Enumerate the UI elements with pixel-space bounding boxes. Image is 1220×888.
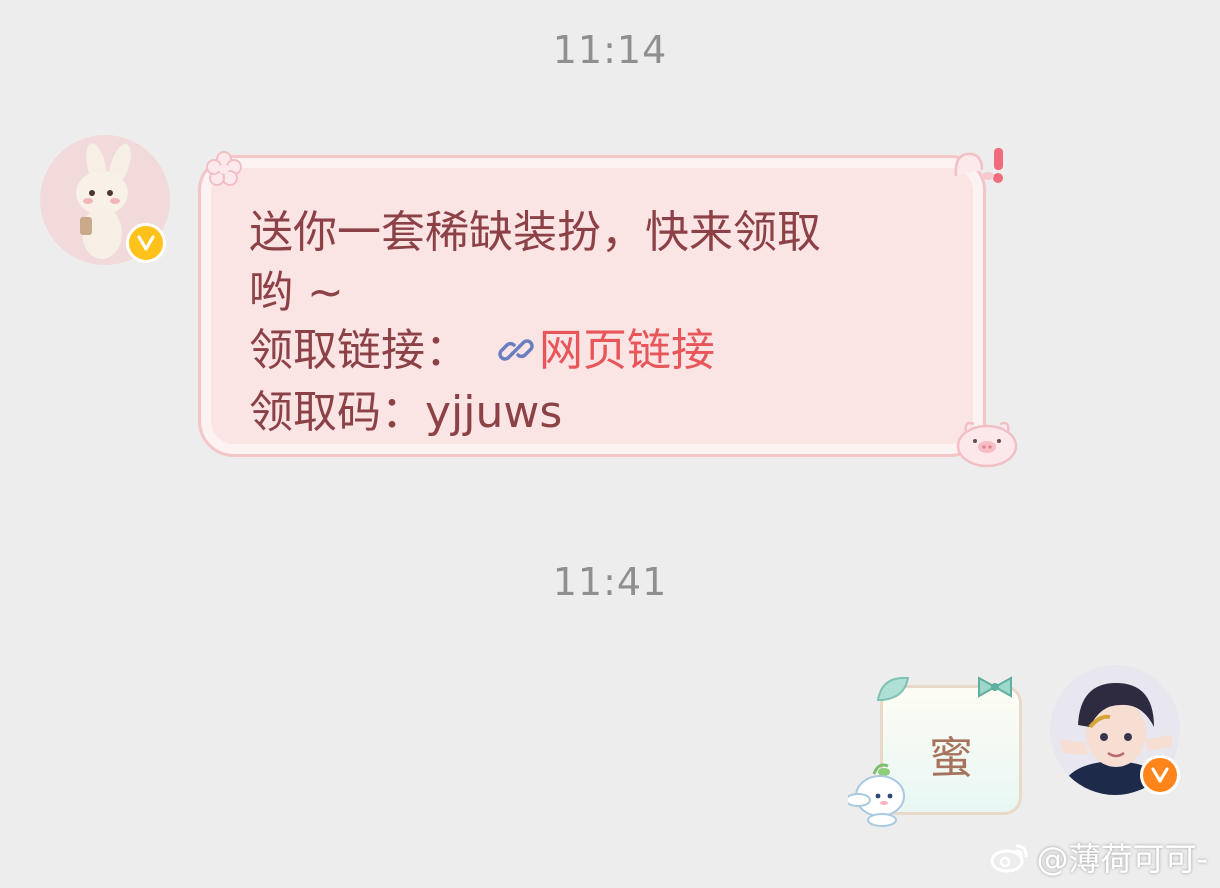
puppy-decoration-icon [848, 763, 905, 827]
mint-leaf-decoration-icon [876, 676, 910, 707]
watermark-text: @薄荷可可- [1036, 840, 1208, 878]
message-bubble[interactable]: 送你一套稀缺装扮，快来领取 哟 ~ 领取链接： 网页链接 领取码：yjjuws [198, 155, 986, 457]
chain-link-icon [497, 329, 535, 380]
flower-decoration-icon [206, 151, 242, 186]
watermark: @薄荷可可- [990, 834, 1208, 880]
bow-decoration-icon [978, 676, 1012, 698]
verified-badge-icon [126, 223, 166, 263]
avatar[interactable] [40, 135, 170, 265]
timestamp: 11:41 [552, 560, 668, 604]
timestamp: 11:14 [552, 28, 668, 72]
code-row: 领取码：yjjuws [249, 376, 562, 440]
link-row: 领取链接： 网页链接 [249, 314, 715, 380]
code-label: 领取码： [249, 387, 425, 438]
piglet-decoration-icon [956, 421, 1018, 468]
web-link[interactable]: 网页链接 [539, 325, 715, 376]
weibo-logo-icon [990, 844, 1028, 873]
verified-badge-icon [1140, 755, 1180, 795]
avatar[interactable] [1050, 665, 1180, 795]
code-value: yjjuws [425, 387, 563, 438]
message-line: 哟 ~ [249, 267, 344, 318]
message-line: 送你一套稀缺装扮，快来领取 [249, 207, 821, 258]
piglet-ear-decoration-icon [954, 148, 1003, 183]
link-label: 领取链接： [249, 325, 469, 376]
